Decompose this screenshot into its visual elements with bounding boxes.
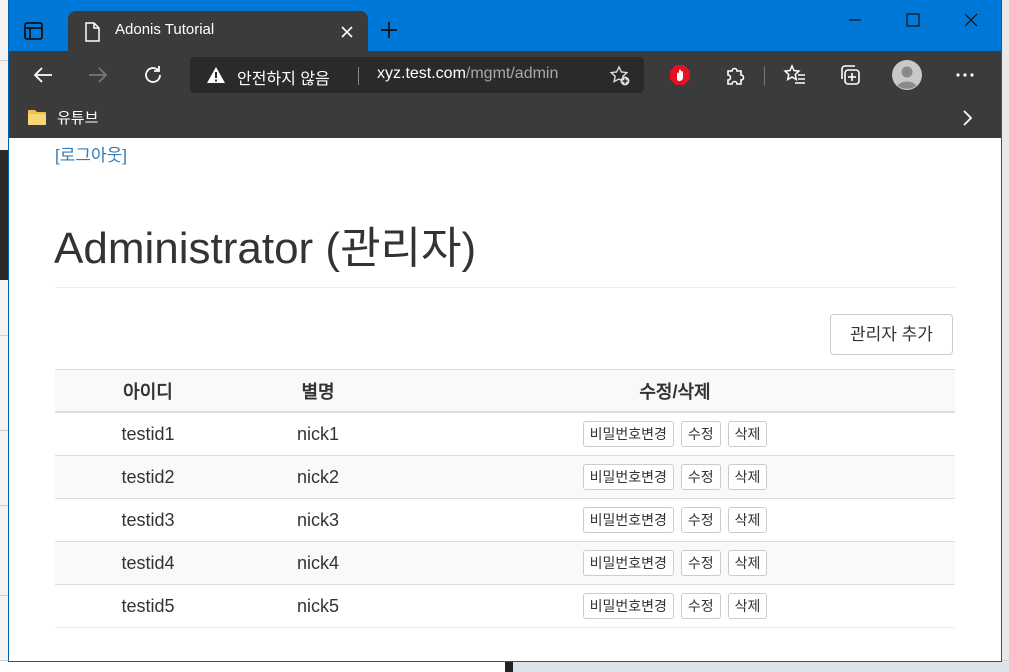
browser-tab[interactable]: Adonis Tutorial bbox=[68, 11, 368, 51]
edit-button[interactable]: 수정 bbox=[680, 593, 721, 619]
change-password-button[interactable]: 비밀번호변경 bbox=[582, 464, 674, 490]
page-icon bbox=[84, 22, 100, 42]
change-password-button[interactable]: 비밀번호변경 bbox=[582, 550, 674, 576]
cell-actions: 비밀번호변경 수정 삭제 bbox=[395, 541, 955, 585]
cell-nickname: nick4 bbox=[241, 541, 395, 585]
edit-button[interactable]: 수정 bbox=[680, 507, 721, 533]
close-icon[interactable] bbox=[340, 24, 354, 38]
tab-actions-icon[interactable] bbox=[23, 20, 45, 42]
cell-id: testid2 bbox=[55, 455, 241, 499]
refresh-icon[interactable] bbox=[141, 63, 165, 87]
cell-nickname: nick5 bbox=[241, 584, 395, 628]
cell-nickname: nick1 bbox=[241, 411, 395, 456]
minimize-icon[interactable] bbox=[845, 10, 865, 30]
cell-id: testid3 bbox=[55, 498, 241, 542]
delete-button[interactable]: 삭제 bbox=[727, 550, 768, 576]
cell-actions: 비밀번호변경 수정 삭제 bbox=[395, 455, 955, 499]
address-bar[interactable]: 안전하지 않음 xyz.test.com/mgmt/admin bbox=[190, 57, 644, 93]
url-host: xyz.test.com bbox=[377, 65, 466, 82]
logout-link[interactable]: [로그아웃] bbox=[55, 141, 127, 166]
collections-icon[interactable] bbox=[838, 63, 862, 87]
cell-actions: 비밀번호변경 수정 삭제 bbox=[395, 584, 955, 628]
delete-button[interactable]: 삭제 bbox=[727, 507, 768, 533]
more-icon[interactable] bbox=[953, 63, 977, 87]
delete-button[interactable]: 삭제 bbox=[727, 593, 768, 619]
table-row: testid1 nick1 비밀번호변경 수정 삭제 bbox=[55, 411, 955, 456]
page-content: [로그아웃] Administrator (관리자) 관리자 추가 아이디 별명… bbox=[9, 138, 1001, 661]
delete-button[interactable]: 삭제 bbox=[727, 421, 768, 447]
url-path: /mgmt/admin bbox=[465, 65, 559, 82]
cell-actions: 비밀번호변경 수정 삭제 bbox=[395, 411, 955, 456]
cell-id: testid5 bbox=[55, 584, 241, 628]
background-window-fragment bbox=[513, 661, 1009, 672]
table-row: testid2 nick2 비밀번호변경 수정 삭제 bbox=[55, 455, 955, 499]
profile-icon[interactable] bbox=[891, 59, 923, 91]
change-password-button[interactable]: 비밀번호변경 bbox=[582, 421, 674, 447]
bookmarks-bar: 유튜브 bbox=[9, 98, 1001, 138]
cell-id: testid4 bbox=[55, 541, 241, 585]
table-row: testid4 nick4 비밀번호변경 수정 삭제 bbox=[55, 541, 955, 585]
title-divider bbox=[55, 287, 955, 288]
edit-button[interactable]: 수정 bbox=[680, 421, 721, 447]
edit-button[interactable]: 수정 bbox=[680, 464, 721, 490]
chevron-right-icon[interactable] bbox=[959, 108, 975, 128]
new-tab-icon[interactable] bbox=[379, 20, 399, 40]
security-status[interactable]: 안전하지 않음 bbox=[237, 65, 330, 89]
navigation-toolbar: 안전하지 않음 xyz.test.com/mgmt/admin bbox=[9, 51, 1001, 98]
favorites-icon[interactable] bbox=[783, 63, 807, 87]
column-header-id: 아이디 bbox=[55, 369, 241, 413]
column-header-nickname: 별명 bbox=[241, 369, 395, 413]
add-admin-button[interactable]: 관리자 추가 bbox=[830, 314, 953, 355]
edit-button[interactable]: 수정 bbox=[680, 550, 721, 576]
maximize-icon[interactable] bbox=[903, 10, 923, 30]
folder-icon[interactable] bbox=[27, 108, 47, 126]
title-bar: Adonis Tutorial bbox=[9, 0, 1001, 51]
back-icon[interactable] bbox=[31, 63, 55, 87]
column-header-actions: 수정/삭제 bbox=[395, 369, 955, 413]
url-text[interactable]: xyz.test.com/mgmt/admin bbox=[377, 65, 558, 83]
browser-window: Adonis Tutorial 안전하지 않음 xyz.test.com/mgm… bbox=[9, 0, 1001, 661]
forward-icon bbox=[86, 63, 110, 87]
table-row: testid5 nick5 비밀번호변경 수정 삭제 bbox=[55, 584, 955, 628]
table-row: testid3 nick3 비밀번호변경 수정 삭제 bbox=[55, 498, 955, 542]
background-desktop-bottom bbox=[0, 660, 1009, 672]
extensions-icon[interactable] bbox=[723, 63, 747, 87]
cell-id: testid1 bbox=[55, 411, 241, 456]
address-separator bbox=[358, 67, 359, 85]
tab-title: Adonis Tutorial bbox=[115, 21, 215, 38]
change-password-button[interactable]: 비밀번호변경 bbox=[582, 507, 674, 533]
table-header-row: 아이디 별명 수정/삭제 bbox=[55, 369, 955, 413]
add-favorite-icon[interactable] bbox=[609, 65, 631, 87]
admin-table: 아이디 별명 수정/삭제 testid1 nick1 비밀번호변경 수정 삭제 … bbox=[55, 369, 955, 628]
window-close-icon[interactable] bbox=[961, 10, 981, 30]
cell-nickname: nick3 bbox=[241, 498, 395, 542]
delete-button[interactable]: 삭제 bbox=[727, 464, 768, 490]
bookmark-folder-label[interactable]: 유튜브 bbox=[57, 107, 98, 128]
cell-nickname: nick2 bbox=[241, 455, 395, 499]
background-divider bbox=[505, 661, 513, 672]
change-password-button[interactable]: 비밀번호변경 bbox=[582, 593, 674, 619]
warning-icon[interactable] bbox=[206, 66, 226, 84]
page-title: Administrator (관리자) bbox=[54, 224, 477, 273]
cell-actions: 비밀번호변경 수정 삭제 bbox=[395, 498, 955, 542]
toolbar-separator bbox=[764, 66, 765, 86]
adblock-icon[interactable] bbox=[668, 63, 692, 87]
